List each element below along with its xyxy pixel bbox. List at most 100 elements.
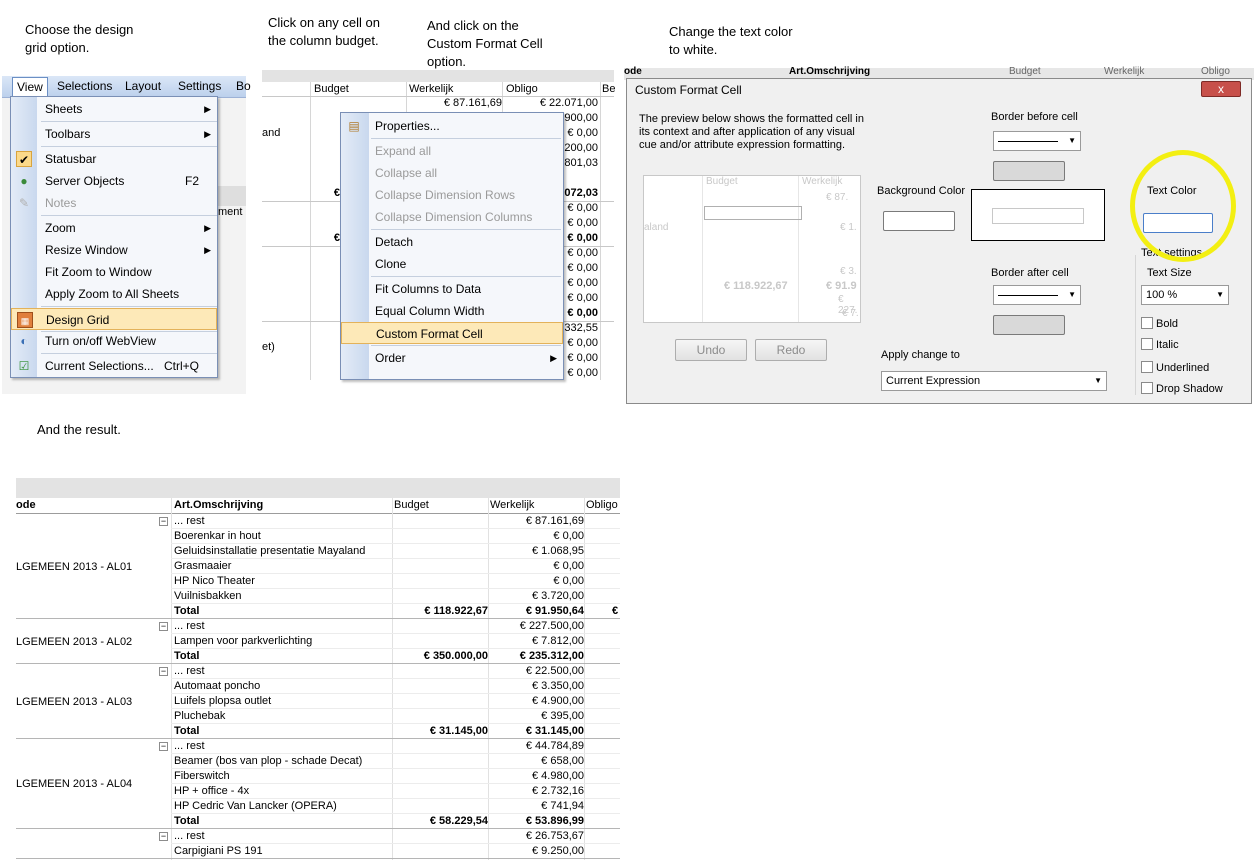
cell-obligo[interactable]: € 0,00	[564, 366, 598, 380]
column-header-budget[interactable]: Budget	[314, 82, 349, 96]
cell-werkelijk[interactable]: € 3.720,00	[490, 589, 584, 604]
border-after-select[interactable]: ▼	[993, 285, 1081, 305]
total-row[interactable]: Total € 350.000,00 € 235.312,00	[16, 649, 620, 664]
collapse-icon[interactable]: −	[159, 667, 168, 676]
cell-budget[interactable]: € 58.229,54	[394, 814, 488, 829]
apply-change-select[interactable]: Current Expression ▼	[881, 371, 1107, 391]
table-row[interactable]: Automaat poncho € 3.350,00	[16, 679, 620, 694]
table-row[interactable]: −... rest € 26.753,67	[16, 829, 620, 844]
cell-werkelijk[interactable]: € 741,94	[490, 799, 584, 814]
menu-layout[interactable]: Layout	[125, 79, 161, 93]
cell-obligo[interactable]: 200,00	[564, 141, 598, 155]
cell-werkelijk[interactable]: € 22.500,00	[490, 664, 584, 679]
table-row[interactable]: −... rest € 87.161,69	[16, 514, 620, 529]
cell-obligo[interactable]: 900,00	[564, 111, 598, 125]
cell-budget[interactable]: € 350.000,00	[394, 649, 488, 664]
cell-werkelijk[interactable]: € 0,00	[490, 574, 584, 589]
ctx-item-collapse-dimension-rows[interactable]: Collapse Dimension Rows	[341, 184, 563, 206]
cell-obligo[interactable]: € 0,00	[564, 306, 598, 320]
cell-obligo[interactable]: €	[612, 604, 618, 619]
cell-werkelijk[interactable]: € 658,00	[490, 754, 584, 769]
close-button[interactable]: x	[1201, 81, 1241, 97]
cell-obligo[interactable]: 332,55	[564, 321, 598, 335]
collapse-icon[interactable]: −	[159, 517, 168, 526]
cell-obligo[interactable]: € 0,00	[564, 276, 598, 290]
cell-werkelijk[interactable]: € 26.753,67	[490, 829, 584, 844]
header-werkelijk[interactable]: Werkelijk	[490, 498, 534, 513]
menu-item-statusbar[interactable]: ✔ Statusbar	[11, 148, 217, 170]
table-row[interactable]: −... rest € 227.500,00	[16, 619, 620, 634]
cell-obligo[interactable]: € 0,00	[564, 126, 598, 140]
menu-item-webview[interactable]: ◐ Turn on/off WebView	[11, 330, 217, 352]
ctx-item-clone[interactable]: Clone	[341, 253, 563, 275]
menu-item-current-selections[interactable]: ☑ Current Selections... Ctrl+Q	[11, 355, 217, 377]
cell-obligo[interactable]: € 0,00	[564, 336, 598, 350]
group-label[interactable]: LGEMEEN 2013 - AL02	[16, 635, 132, 650]
cell-werkelijk[interactable]: € 2.732,16	[490, 784, 584, 799]
cell-werkelijk[interactable]: € 87.161,69	[490, 514, 584, 529]
menu-item-resize-window[interactable]: Resize Window ▶	[11, 239, 217, 261]
table-row[interactable]: Geluidsinstallatie presentatie Mayaland €…	[16, 544, 620, 559]
underlined-checkbox[interactable]: Underlined	[1141, 361, 1209, 375]
header-obligo[interactable]: Obligo	[586, 498, 618, 513]
collapse-icon[interactable]: −	[159, 832, 168, 841]
cell-werkelijk[interactable]: € 4.900,00	[490, 694, 584, 709]
cell-budget[interactable]: € 31.145,00	[394, 724, 488, 739]
cell-obligo[interactable]: € 0,00	[564, 201, 598, 215]
bold-checkbox[interactable]: Bold	[1141, 317, 1178, 331]
cell-werkelijk[interactable]: € 0,00	[490, 559, 584, 574]
menu-item-toolbars[interactable]: Toolbars ▶	[11, 123, 217, 145]
total-row[interactable]: Total € 31.145,00 € 31.145,00	[16, 724, 620, 739]
cell-werkelijk[interactable]: € 7.812,00	[490, 634, 584, 649]
cell-obligo[interactable]: € 0,00	[564, 351, 598, 365]
italic-checkbox[interactable]: Italic	[1141, 338, 1179, 352]
table-row[interactable]: HP Nico Theater € 0,00	[16, 574, 620, 589]
table-row[interactable]: Boerenkar in hout € 0,00	[16, 529, 620, 544]
cell-obligo[interactable]: € 0,00	[564, 231, 598, 245]
cell-werkelijk[interactable]: € 31.145,00	[490, 724, 584, 739]
group-label[interactable]: LGEMEEN 2013 - AL04	[16, 777, 132, 792]
collapse-icon[interactable]: −	[159, 742, 168, 751]
table-row[interactable]: Vuilnisbakken € 3.720,00	[16, 589, 620, 604]
undo-button[interactable]: Undo	[675, 339, 747, 361]
border-before-select[interactable]: ▼	[993, 131, 1081, 151]
border-before-color[interactable]	[993, 161, 1065, 181]
column-header-obligo[interactable]: Obligo	[506, 82, 538, 96]
collapse-icon[interactable]: −	[159, 622, 168, 631]
ctx-item-collapse-all[interactable]: Collapse all	[341, 162, 563, 184]
menu-item-server-objects[interactable]: ● Server Objects F2	[11, 170, 217, 192]
menu-item-notes[interactable]: ✎ Notes	[11, 192, 217, 214]
column-header-be[interactable]: Be	[602, 82, 615, 96]
border-after-color[interactable]	[993, 315, 1065, 335]
cell-budget[interactable]: € 118.922,67	[394, 604, 488, 619]
table-row[interactable]: Carpigiani PS 191 € 9.250,00	[16, 844, 620, 859]
cell-werkelijk[interactable]: € 91.950,64	[490, 604, 584, 619]
column-header-werkelijk[interactable]: Werkelijk	[409, 82, 453, 96]
cell-obligo[interactable]: € 22.071,00	[502, 96, 598, 110]
header-code[interactable]: ode	[16, 498, 36, 513]
group-label[interactable]: LGEMEEN 2013 - AL01	[16, 560, 132, 575]
header-budget[interactable]: Budget	[394, 498, 429, 513]
cell-werkelijk[interactable]: € 4.980,00	[490, 769, 584, 784]
cell-werkelijk[interactable]: € 395,00	[490, 709, 584, 724]
cell-werkelijk[interactable]: € 227.500,00	[490, 619, 584, 634]
cell-obligo[interactable]: 801,03	[564, 156, 598, 170]
table-row[interactable]: −... rest € 44.784,89	[16, 739, 620, 754]
cell-obligo[interactable]: € 0,00	[564, 216, 598, 230]
text-size-select[interactable]: 100 % ▼	[1141, 285, 1229, 305]
menu-item-design-grid[interactable]: ▦ Design Grid	[11, 308, 217, 330]
ctx-item-fit-columns[interactable]: Fit Columns to Data	[341, 278, 563, 300]
table-row[interactable]: Pluchebak € 395,00	[16, 709, 620, 724]
cell-werkelijk[interactable]: € 3.350,00	[490, 679, 584, 694]
cell-werkelijk[interactable]: € 1.068,95	[490, 544, 584, 559]
ctx-item-detach[interactable]: Detach	[341, 231, 563, 253]
table-row[interactable]: −... rest € 22.500,00	[16, 664, 620, 679]
table-row[interactable]: HP Cedric Van Lancker (OPERA) € 741,94	[16, 799, 620, 814]
group-label[interactable]: LGEMEEN 2013 - AL03	[16, 695, 132, 710]
ctx-item-equal-column-width[interactable]: Equal Column Width	[341, 300, 563, 322]
menu-view[interactable]: View	[12, 77, 48, 97]
menu-item-zoom[interactable]: Zoom ▶	[11, 217, 217, 239]
total-row[interactable]: Total € 58.229,54 € 53.896,99	[16, 814, 620, 829]
ctx-item-properties[interactable]: ▤ Properties...	[341, 115, 563, 137]
menu-item-sheets[interactable]: Sheets ▶	[11, 98, 217, 120]
